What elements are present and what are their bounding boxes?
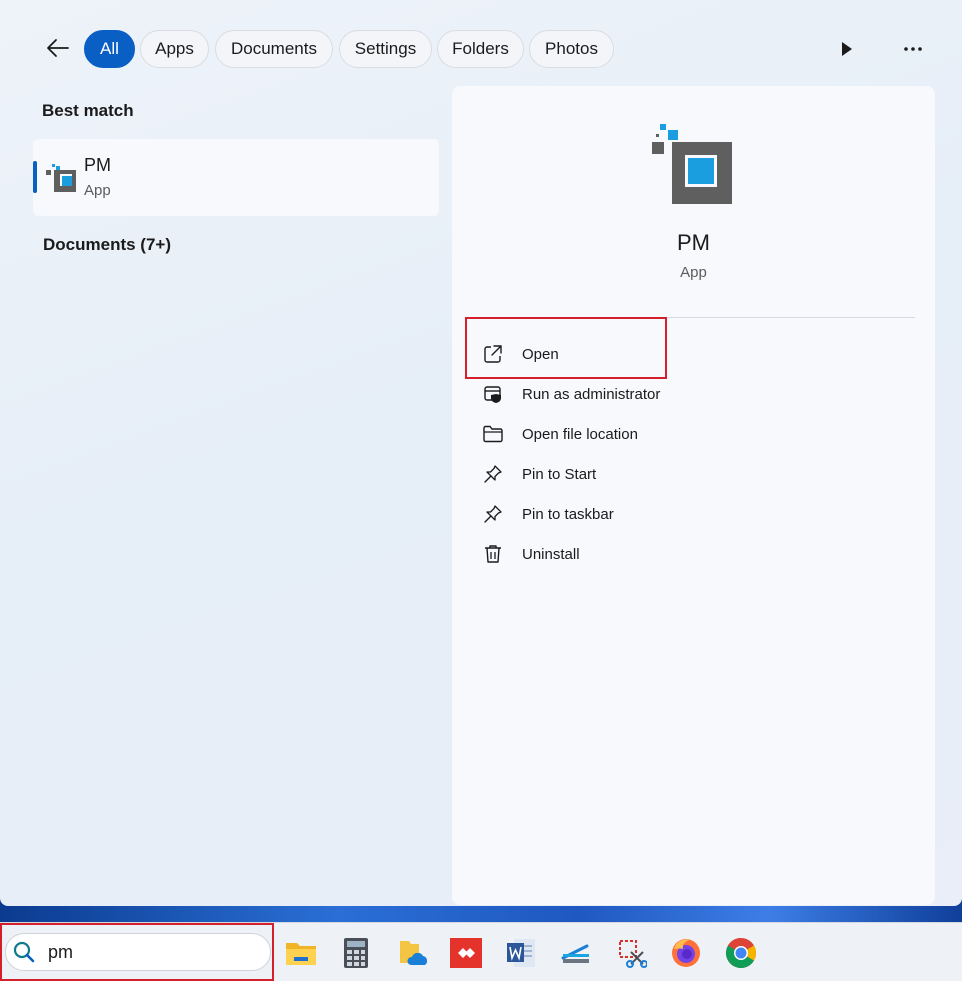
back-arrow-icon (47, 39, 69, 57)
firefox-icon (672, 939, 700, 967)
open-external-icon (482, 343, 504, 365)
word-icon (507, 939, 535, 967)
more-options-button[interactable] (898, 34, 928, 64)
detail-app-name: PM (677, 230, 710, 255)
taskbar: pm (0, 922, 962, 981)
folder-icon (482, 423, 504, 445)
best-match-result[interactable]: PM App (33, 139, 439, 216)
file-explorer-taskbar-button[interactable] (283, 935, 319, 971)
action-pin-to-taskbar[interactable]: Pin to taskbar (482, 499, 722, 529)
calculator-icon (344, 938, 368, 968)
file-explorer-icon (286, 943, 316, 965)
scanner-taskbar-button[interactable] (558, 935, 594, 971)
action-open-file-location[interactable]: Open file location (482, 419, 722, 449)
scanner-icon (561, 944, 589, 963)
taskbar-search-value: pm (48, 941, 74, 962)
filter-tab-photos[interactable]: Photos (529, 30, 614, 68)
action-pin-to-start[interactable]: Pin to Start (482, 459, 722, 489)
snipping-tool-taskbar-button[interactable] (614, 935, 650, 971)
detail-app-type: App (680, 264, 707, 281)
shield-admin-icon (482, 383, 504, 405)
detail-pane: PM App Open Run as administrator Open fi… (452, 86, 935, 905)
calculator-taskbar-button[interactable] (338, 935, 374, 971)
filter-tab-documents[interactable]: Documents (215, 30, 333, 68)
chrome-taskbar-button[interactable] (723, 935, 759, 971)
action-label: Open file location (522, 425, 638, 443)
back-button[interactable] (40, 32, 76, 64)
action-open[interactable]: Open (482, 339, 722, 369)
best-match-heading: Best match (42, 101, 134, 120)
ellipsis-icon (904, 47, 922, 51)
action-run-as-administrator[interactable]: Run as administrator (482, 379, 722, 409)
best-match-name: PM (84, 155, 111, 175)
detail-divider (466, 317, 915, 318)
filter-tab-settings[interactable]: Settings (339, 30, 432, 68)
filter-tab-apps[interactable]: Apps (140, 30, 209, 68)
taskbar-search-box[interactable]: pm (5, 933, 271, 971)
snipping-tool-icon (619, 940, 647, 968)
action-label: Run as administrator (522, 385, 661, 403)
onedrive-folder-taskbar-button[interactable] (394, 935, 430, 971)
action-label: Open (522, 345, 559, 363)
action-label: Uninstall (522, 545, 580, 563)
action-label: Pin to Start (522, 465, 597, 483)
anydesk-taskbar-button[interactable] (448, 935, 484, 971)
search-icon (13, 941, 35, 963)
pm-app-icon (46, 164, 76, 192)
filter-tab-all[interactable]: All (84, 30, 135, 68)
filter-tab-folders[interactable]: Folders (437, 30, 524, 68)
word-taskbar-button[interactable] (503, 935, 539, 971)
trash-icon (482, 543, 504, 565)
pin-icon (482, 463, 504, 485)
pin-icon (482, 503, 504, 525)
documents-heading[interactable]: Documents (7+) (43, 235, 171, 255)
anydesk-icon (450, 938, 482, 968)
firefox-taskbar-button[interactable] (668, 935, 704, 971)
play-icon (842, 42, 852, 56)
action-label: Pin to taskbar (522, 505, 614, 523)
best-match-type: App (84, 182, 111, 199)
search-panel: All Apps Documents Settings Folders Phot… (0, 0, 962, 906)
chrome-icon (725, 938, 757, 969)
pm-app-large-icon (652, 124, 732, 204)
play-more-filters-button[interactable] (832, 34, 862, 64)
onedrive-folder-icon (400, 941, 427, 965)
selection-indicator (33, 161, 37, 193)
action-uninstall[interactable]: Uninstall (482, 539, 722, 569)
